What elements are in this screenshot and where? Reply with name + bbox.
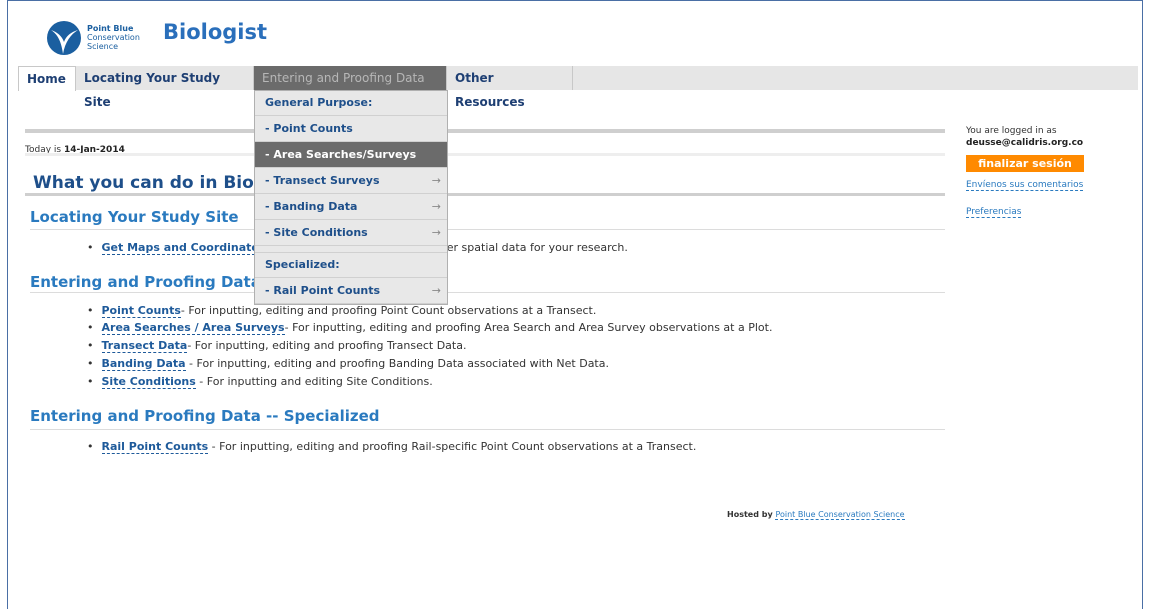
dropdown-item-label: - Point Counts [265, 122, 353, 135]
dropdown-specialized-header: Specialized: [255, 253, 447, 278]
link-area-searches[interactable]: Area Searches / Area Surveys [101, 321, 285, 335]
list-item-text: - For inputting, editing and proofing Ba… [185, 357, 609, 370]
list-item: • Transect Data- For inputting, editing a… [87, 339, 467, 353]
arrow-right-icon: → [431, 226, 441, 239]
dropdown-item-label: - Transect Surveys [265, 174, 380, 187]
dropdown-item-banding-data[interactable]: - Banding Data → [255, 194, 447, 220]
divider [30, 229, 945, 230]
divider [30, 292, 945, 293]
app-title: Biologist [163, 20, 268, 44]
list-item: • Site Conditions - For inputting and edi… [87, 375, 433, 389]
divider [25, 193, 945, 196]
entering-data-dropdown: General Purpose: - Point Counts - Area S… [254, 90, 448, 305]
user-email: deusse@calidris.org.co [966, 138, 1084, 148]
logged-in-label: You are logged in as [966, 126, 1057, 136]
dropdown-item-label: - Site Conditions [265, 226, 368, 239]
dropdown-item-rail-point-counts[interactable]: - Rail Point Counts → [255, 278, 447, 304]
list-item-text: - For inputting, editing and proofing Ra… [208, 440, 697, 453]
list-item: • Point Counts- For inputting, editing an… [87, 304, 597, 318]
arrow-right-icon: → [431, 174, 441, 187]
divider [30, 429, 945, 430]
link-rail-point-counts[interactable]: Rail Point Counts [101, 440, 209, 454]
link-banding-data[interactable]: Banding Data [101, 357, 186, 371]
dropdown-item-site-conditions[interactable]: - Site Conditions → [255, 220, 447, 246]
org-line1: Point Blue [87, 24, 134, 33]
dropdown-item-label: - Banding Data [265, 200, 358, 213]
logout-button[interactable]: finalizar sesión [966, 155, 1084, 172]
point-blue-logo-icon [47, 21, 81, 55]
preferences-link[interactable]: Preferencias [966, 207, 1022, 218]
section-title-locating: Locating Your Study Site [30, 208, 239, 226]
dropdown-item-area-searches[interactable]: - Area Searches/Surveys [255, 142, 447, 168]
dropdown-item-transect-surveys[interactable]: - Transect Surveys → [255, 168, 447, 194]
hosted-link[interactable]: Point Blue Conservation Science [775, 510, 905, 520]
list-item: • Rail Point Counts - For inputting, edit… [87, 440, 697, 454]
dropdown-divider [255, 246, 447, 253]
preferences-item: Preferencias [966, 207, 1022, 218]
section-title-specialized: Entering and Proofing Data -- Specialize… [30, 407, 380, 425]
feedback-item: Envíenos sus comentarios [966, 180, 1084, 191]
list-item: • Area Searches / Area Surveys- For input… [87, 321, 773, 335]
tab-home[interactable]: Home [18, 66, 76, 91]
list-item-text: - For inputting, editing and proofing Tr… [187, 339, 467, 352]
list-item-text: - For inputting, editing and proofing Po… [180, 304, 597, 317]
link-get-maps[interactable]: Get Maps and Coordinates [101, 241, 266, 255]
link-point-counts[interactable]: Point Counts [101, 304, 181, 318]
org-name: Point Blue Conservation Science [87, 24, 140, 51]
list-item-text: - For inputting, editing and proofing Ar… [284, 321, 773, 334]
hosted-label: Hosted by [727, 510, 773, 519]
dropdown-general-header: General Purpose: [255, 91, 447, 116]
dropdown-item-label: - Area Searches/Surveys [265, 148, 417, 161]
arrow-right-icon: → [431, 200, 441, 213]
link-transect-data[interactable]: Transect Data [101, 339, 188, 353]
section-title-entering: Entering and Proofing Data [30, 273, 261, 291]
dropdown-item-point-counts[interactable]: - Point Counts [255, 116, 447, 142]
list-item: • Banding Data - For inputting, editing a… [87, 357, 609, 371]
hosted-by: Hosted by Point Blue Conservation Scienc… [727, 510, 905, 520]
divider [25, 129, 945, 133]
feedback-link[interactable]: Envíenos sus comentarios [966, 180, 1084, 191]
dropdown-item-label: - Rail Point Counts [265, 284, 381, 297]
org-line3: Science [87, 42, 119, 51]
arrow-right-icon: → [431, 284, 441, 297]
tab-other-resources[interactable]: Other Resources [447, 66, 573, 109]
divider [25, 153, 945, 156]
list-item-text: - For inputting and editing Site Conditi… [195, 375, 433, 388]
tab-locating-study-site[interactable]: Locating Your Study Site [76, 66, 254, 109]
link-site-conditions[interactable]: Site Conditions [101, 375, 196, 389]
org-line2: Conservation [87, 33, 140, 42]
tab-entering-proofing-data[interactable]: Entering and Proofing Data [254, 66, 447, 90]
